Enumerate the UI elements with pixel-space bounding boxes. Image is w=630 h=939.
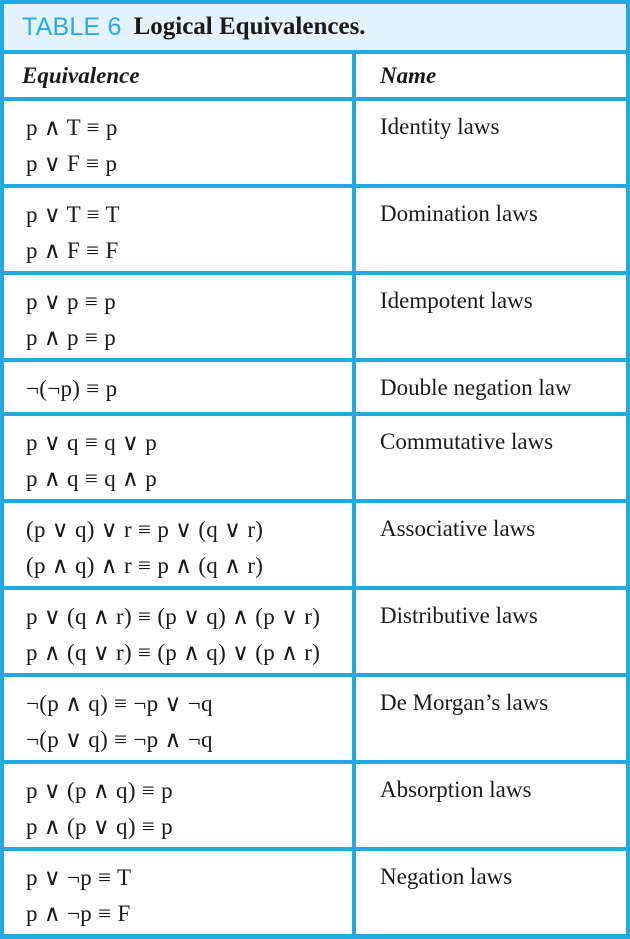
equivalence-formula: (p ∨ q) ∨ r ≡ p ∨ (q ∨ r) xyxy=(26,517,264,543)
equivalence-cell: p ∨ p ≡ p p ∧ p ≡ p xyxy=(4,274,356,358)
equivalence-cell: p ∨ (p ∧ q) ≡ p p ∧ (p ∨ q) ≡ p xyxy=(4,764,356,848)
law-name: Negation laws xyxy=(380,864,513,890)
table-row: ¬(p ∧ q) ≡ ¬p ∨ ¬q ¬(p ∨ q) ≡ ¬p ∧ ¬q De M… xyxy=(4,677,626,765)
name-cell: Identity laws xyxy=(356,101,626,184)
name-cell: Associative laws xyxy=(356,503,626,586)
column-header-name: Name xyxy=(356,54,626,97)
equivalence-formula: (p ∧ q) ∧ r ≡ p ∧ (q ∧ r) xyxy=(26,552,264,578)
column-header-name-label: Name xyxy=(380,62,437,88)
equivalence-formula: p ∨ ¬p ≡ T xyxy=(26,865,132,891)
equivalence-formula: p ∨ (p ∧ q) ≡ p xyxy=(26,778,173,804)
equivalence-formula: p ∨ (q ∧ r) ≡ (p ∨ q) ∧ (p ∨ r) xyxy=(26,604,321,630)
name-cell: De Morgan’s laws xyxy=(356,677,626,760)
equivalence-cell: ¬(p ∧ q) ≡ ¬p ∨ ¬q ¬(p ∨ q) ≡ ¬p ∧ ¬q xyxy=(4,677,356,761)
name-cell: Distributive laws xyxy=(356,590,626,673)
name-cell: Negation laws xyxy=(356,851,626,934)
equivalence-formula: p ∧ (p ∨ q) ≡ p xyxy=(26,813,173,839)
table-row: p ∨ p ≡ p p ∧ p ≡ p Idempotent laws xyxy=(4,274,626,362)
table-caption: TABLE 6 Logical Equivalences. xyxy=(4,4,626,54)
table-row: (p ∨ q) ∨ r ≡ p ∨ (q ∨ r) (p ∧ q) ∧ r ≡ p… xyxy=(4,503,626,591)
name-cell: Absorption laws xyxy=(356,764,626,847)
equivalence-formula: p ∨ p ≡ p xyxy=(26,288,117,314)
law-name: Associative laws xyxy=(380,516,536,542)
table-row: p ∨ (q ∧ r) ≡ (p ∨ q) ∧ (p ∨ r) p ∧ (q ∨ … xyxy=(4,590,626,678)
equivalence-formula: p ∨ F ≡ p xyxy=(26,150,118,176)
table-row: p ∨ T ≡ T p ∧ F ≡ F Domination laws xyxy=(4,187,626,275)
name-cell: Commutative laws xyxy=(356,416,626,499)
equivalence-formula: p ∧ (q ∨ r) ≡ (p ∧ q) ∨ (p ∧ r) xyxy=(26,639,321,665)
equivalence-formula: p ∧ ¬p ≡ F xyxy=(26,900,131,926)
law-name: Absorption laws xyxy=(380,777,532,803)
law-name: Commutative laws xyxy=(380,429,554,455)
equivalence-formula: p ∧ p ≡ p xyxy=(26,324,117,350)
column-header-equivalence-label: Equivalence xyxy=(22,62,140,88)
table-body: p ∧ T ≡ p p ∨ F ≡ p Identity laws p ∨ T ≡ T… xyxy=(4,101,626,935)
equivalence-cell: p ∨ (q ∧ r) ≡ (p ∨ q) ∧ (p ∨ r) p ∧ (q ∨ … xyxy=(4,590,356,674)
column-header-equivalence: Equivalence xyxy=(4,54,356,97)
name-cell: Double negation law xyxy=(356,362,626,413)
law-name: Idempotent laws xyxy=(380,287,533,313)
logical-equivalences-table: TABLE 6 Logical Equivalences. Equivalenc… xyxy=(0,0,630,939)
equivalence-cell: (p ∨ q) ∨ r ≡ p ∨ (q ∨ r) (p ∧ q) ∧ r ≡ p… xyxy=(4,503,356,587)
law-name: De Morgan’s laws xyxy=(380,690,549,716)
name-cell: Domination laws xyxy=(356,188,626,271)
equivalence-formula: p ∧ F ≡ F xyxy=(26,237,119,263)
equivalence-formula: ¬(p ∧ q) ≡ ¬p ∨ ¬q xyxy=(26,691,213,717)
table-row: p ∧ T ≡ p p ∨ F ≡ p Identity laws xyxy=(4,101,626,188)
law-name: Domination laws xyxy=(380,200,538,226)
law-name: Distributive laws xyxy=(380,603,538,629)
equivalence-formula: p ∨ T ≡ T xyxy=(26,201,120,227)
law-name: Identity laws xyxy=(380,114,500,139)
equivalence-cell: p ∨ T ≡ T p ∧ F ≡ F xyxy=(4,187,356,271)
equivalence-formula: ¬(p ∨ q) ≡ ¬p ∧ ¬q xyxy=(26,726,213,752)
equivalence-formula: p ∧ T ≡ p xyxy=(26,115,118,140)
table-number-label: TABLE 6 xyxy=(22,12,122,41)
equivalence-formula: p ∨ q ≡ q ∨ p xyxy=(26,430,158,456)
table-title: Logical Equivalences. xyxy=(133,13,366,40)
equivalence-cell: p ∧ T ≡ p p ∨ F ≡ p xyxy=(4,101,356,184)
equivalence-formula: ¬(¬p) ≡ p xyxy=(26,375,118,401)
equivalence-formula: p ∧ q ≡ q ∧ p xyxy=(26,466,158,492)
law-name: Double negation law xyxy=(380,374,572,400)
equivalence-cell: ¬(¬p) ≡ p xyxy=(4,361,356,413)
name-cell: Idempotent laws xyxy=(356,275,626,358)
table-row: ¬(¬p) ≡ p Double negation law xyxy=(4,361,626,417)
table-row: p ∨ q ≡ q ∨ p p ∧ q ≡ q ∧ p Commutative la… xyxy=(4,416,626,504)
equivalence-cell: p ∨ ¬p ≡ T p ∧ ¬p ≡ F xyxy=(4,851,356,935)
table-header-row: Equivalence Name xyxy=(4,54,626,101)
table-row: p ∨ (p ∧ q) ≡ p p ∧ (p ∨ q) ≡ p Absorption… xyxy=(4,764,626,852)
table-row: p ∨ ¬p ≡ T p ∧ ¬p ≡ F Negation laws xyxy=(4,851,626,935)
equivalence-cell: p ∨ q ≡ q ∨ p p ∧ q ≡ q ∧ p xyxy=(4,416,356,500)
